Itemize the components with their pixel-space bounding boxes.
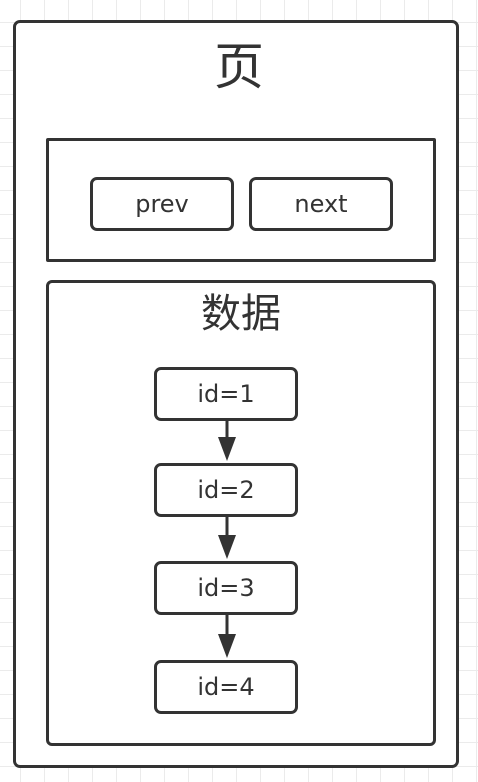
next-button[interactable]: next xyxy=(249,177,393,231)
page-title: 页 xyxy=(214,38,264,96)
data-node-2: id=2 xyxy=(154,463,298,517)
data-node-4: id=4 xyxy=(154,660,298,714)
data-panel-title: 数据 xyxy=(201,291,281,337)
data-node-1: id=1 xyxy=(154,367,298,421)
data-node-3: id=3 xyxy=(154,561,298,615)
prev-button[interactable]: prev xyxy=(90,177,234,231)
